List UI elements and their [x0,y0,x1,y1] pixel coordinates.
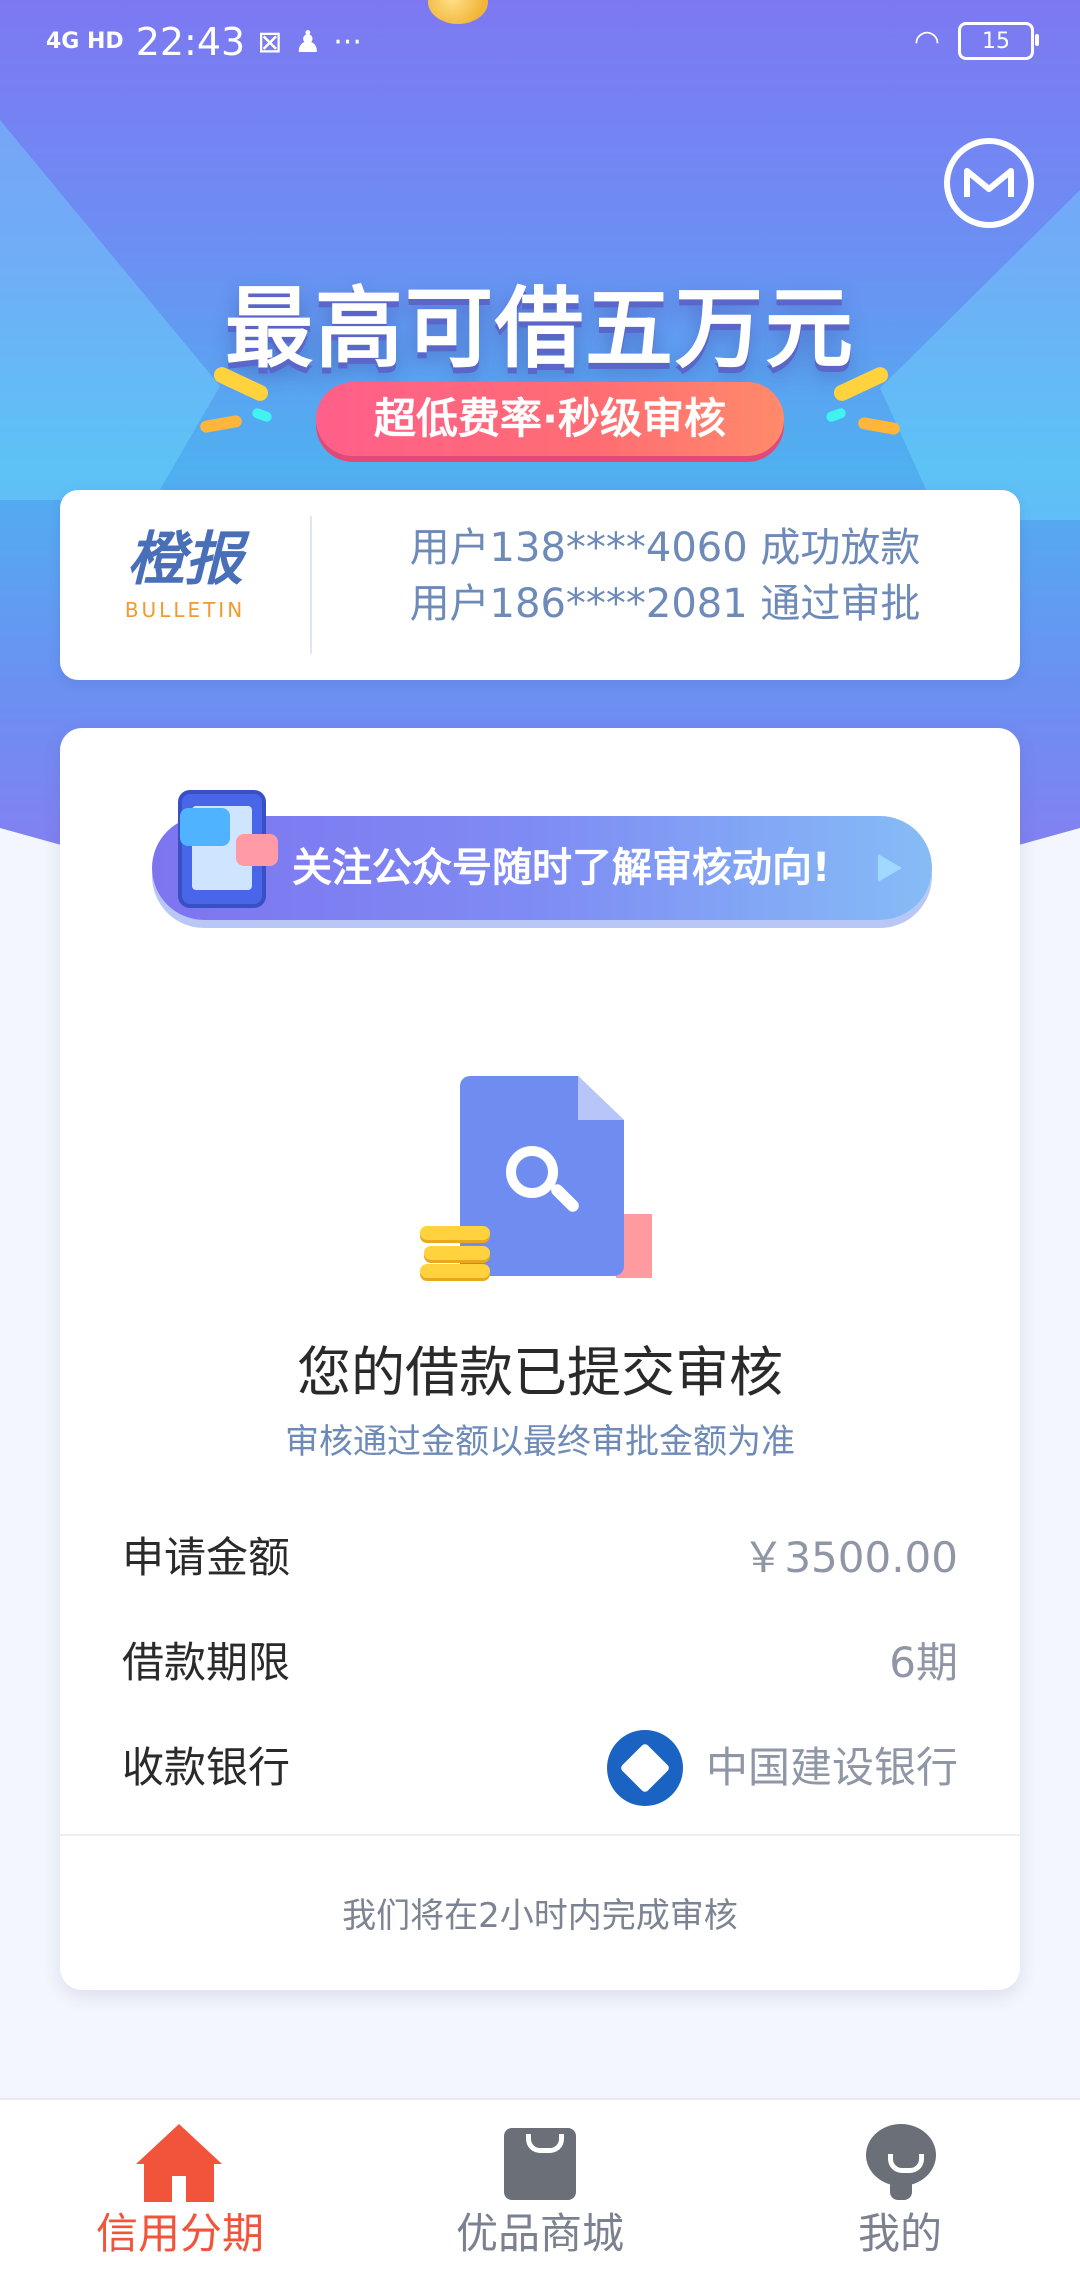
review-time-note: 我们将在2小时内完成审核 [342,1896,738,1936]
brand-logo-button[interactable] [944,138,1034,228]
qq-icon: ♟ [294,24,322,60]
network-indicator: 4G HD [46,29,124,54]
detail-label: 申请金额 [122,1533,291,1582]
tab-mall[interactable]: 优品商城 [360,2100,720,2282]
battery-icon: 15 [958,22,1039,60]
bottom-tab-bar: 信用分期 优品商城 我的 [0,2098,1080,2282]
confetti-icon [199,414,243,434]
bulletin-messages: 用户138****4060 成功放款 用户186****2081 通过审批 [340,520,990,632]
wifi-icon: ◠ [913,23,940,59]
sim-card-icon: ⊠ [257,24,283,60]
chat-bubble-icon [236,834,278,866]
hero-badge: 超低费率·秒级审核 [316,382,784,456]
tab-label: 我的 [857,2209,942,2258]
bulletin-card: 橙报 BULLETIN 用户138****4060 成功放款 用户186****… [60,490,1020,680]
profile-icon [866,2124,936,2200]
chat-bubble-icon [180,808,230,846]
more-dots-icon: ··· [333,24,362,60]
hero-title: 最高可借五万元 [224,277,855,380]
tab-label: 优品商城 [455,2209,624,2258]
tab-mine[interactable]: 我的 [720,2100,1080,2282]
divider [60,1834,1020,1836]
detail-row-term: 借款期限 6期 [122,1623,958,1703]
confetti-icon [857,416,901,436]
status-bar: 4G HD 22:43 ⊠ ♟ ··· ◠ 15 [0,0,1080,84]
follow-official-account-banner[interactable]: 关注公众号随时了解审核动向! [152,816,932,920]
status-subtitle: 审核通过金额以最终审批金额为准 [285,1422,795,1462]
tab-label: 信用分期 [95,2209,264,2258]
brand-logo-icon [964,168,1014,197]
detail-label: 借款期限 [122,1638,291,1687]
loan-status-card: 关注公众号随时了解审核动向! 您的借款已提交审核 审核通过金额以最终审批金额为准… [60,728,1020,1990]
status-time: 22:43 [135,20,246,64]
bulletin-logo-text: 橙报 [126,525,243,593]
arrow-right-icon [878,854,902,882]
shopping-bag-icon [504,2128,576,2200]
detail-label: 收款银行 [122,1743,291,1792]
review-document-illustration [420,1076,660,1296]
detail-row-amount: 申请金额 ￥3500.00 [122,1518,958,1598]
detail-value: ￥3500.00 [742,1533,958,1582]
detail-value: 中国建设银行 [705,1743,958,1792]
home-icon [136,2124,222,2202]
status-title: 您的借款已提交审核 [297,1341,783,1404]
bulletin-message: 用户138****4060 成功放款 [409,525,921,571]
bulletin-logo: 橙报 BULLETIN [90,530,280,622]
tab-credit-installment[interactable]: 信用分期 [0,2100,360,2282]
detail-value: 6期 [889,1638,958,1687]
battery-level: 15 [982,28,1010,54]
divider [310,516,312,654]
bulletin-logo-subtext: BULLETIN [124,598,246,622]
bulletin-message: 用户186****2081 通过审批 [409,581,921,627]
detail-row-bank: 收款银行 中国建设银行 [122,1728,958,1808]
confetti-icon [824,406,848,424]
confetti-icon [250,406,274,424]
ccb-bank-logo-icon [607,1730,683,1806]
follow-banner-text: 关注公众号随时了解审核动向! [292,845,831,891]
